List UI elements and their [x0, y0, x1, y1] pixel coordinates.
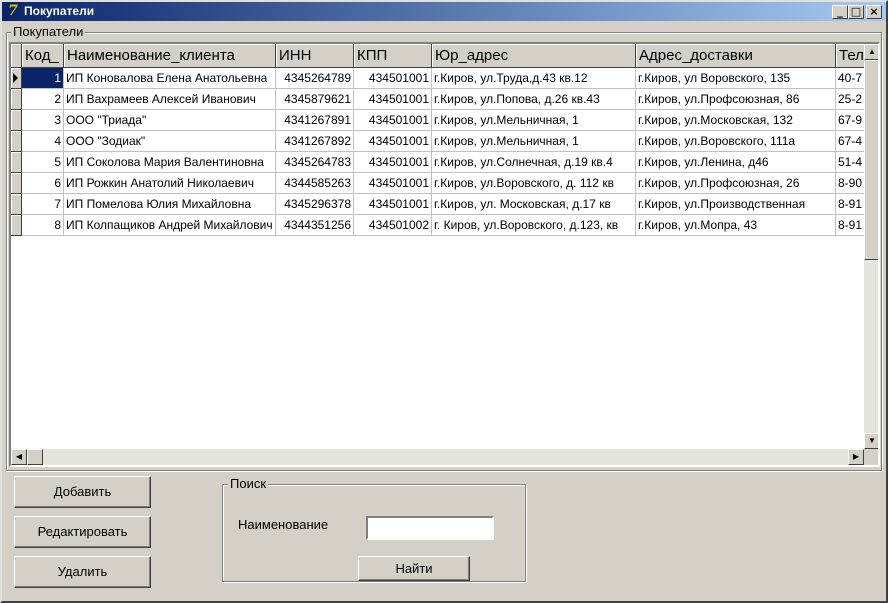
column-header[interactable]: Код_ [22, 44, 64, 68]
table-cell[interactable]: 6 [22, 173, 64, 194]
vertical-scrollbar[interactable]: ▲ ▼ [864, 44, 878, 449]
table-cell[interactable]: г.Киров, ул.Профсоюзная, 86 [636, 89, 836, 110]
table-cell[interactable]: 4345264783 [276, 152, 354, 173]
search-groupbox-label: Поиск [228, 476, 269, 491]
table-cell[interactable]: 4345879621 [276, 89, 354, 110]
table-cell[interactable]: г.Киров, ул.Попова, д.26 кв.43 [432, 89, 636, 110]
table-cell[interactable]: ИП Коновалова Елена Анатольевна [64, 68, 276, 89]
table-cell[interactable]: г.Киров, ул.Труда,д.43 кв.12 [432, 68, 636, 89]
table-cell[interactable]: г.Киров, ул. Московская, д.17 кв [432, 194, 636, 215]
table-cell[interactable]: 434501001 [354, 68, 432, 89]
table-cell[interactable]: ИП Вахрамеев Алексей Иванович [64, 89, 276, 110]
table-cell[interactable]: г. Киров, ул.Воровского, д.123, кв [432, 215, 636, 236]
maximize-button[interactable]: □ [848, 5, 864, 19]
column-header[interactable]: ИНН [276, 44, 354, 68]
scrollbar-corner [864, 449, 878, 465]
table-cell[interactable]: 434501001 [354, 173, 432, 194]
column-header[interactable]: Наименование_клиента [64, 44, 276, 68]
horizontal-scroll-thumb[interactable] [27, 449, 43, 465]
table-cell[interactable]: 434501002 [354, 215, 432, 236]
table-cell[interactable]: ИП Помелова Юлия Михайловна [64, 194, 276, 215]
table-cell[interactable]: 3 [22, 110, 64, 131]
table-cell[interactable]: 8 [22, 215, 64, 236]
table-cell[interactable]: 4341267892 [276, 131, 354, 152]
table-cell[interactable]: ИП Рожкин Анатолий Николаевич [64, 173, 276, 194]
minimize-button[interactable]: _ [832, 5, 848, 19]
table-cell[interactable]: 4345296378 [276, 194, 354, 215]
table-cell[interactable]: 4345264789 [276, 68, 354, 89]
row-indicator[interactable] [11, 194, 22, 215]
table-cell[interactable]: 7 [22, 194, 64, 215]
column-header[interactable]: Адрес_доставки [636, 44, 836, 68]
row-indicator[interactable] [11, 152, 22, 173]
find-button[interactable]: Найти [358, 556, 470, 581]
table-cell[interactable]: г.Киров, ул.Мельничная, 1 [432, 131, 636, 152]
table-cell[interactable]: 4341267891 [276, 110, 354, 131]
title-bar[interactable]: 7 Покупатели _ □ × [2, 2, 886, 21]
table-cell[interactable]: г.Киров, ул.Ленина, д46 [636, 152, 836, 173]
scroll-right-arrow-icon[interactable]: ▶ [848, 449, 864, 465]
table-cell[interactable]: г.Киров, ул.Мельничная, 1 [432, 110, 636, 131]
table-cell[interactable]: г.Киров, ул.Воровского, д. 112 кв [432, 173, 636, 194]
scroll-down-arrow-icon[interactable]: ▼ [864, 433, 878, 449]
add-button[interactable]: Добавить [14, 476, 151, 508]
table-cell[interactable]: 5 [22, 152, 64, 173]
table-cell[interactable]: 1 [22, 68, 64, 89]
app-icon: 7 [8, 3, 18, 19]
table-cell[interactable]: ООО "Зодиак" [64, 131, 276, 152]
close-button[interactable]: × [866, 5, 882, 19]
vertical-scroll-thumb[interactable] [864, 60, 878, 260]
column-header[interactable]: Юр_адрес [432, 44, 636, 68]
row-indicator[interactable] [11, 89, 22, 110]
table-cell[interactable]: 434501001 [354, 152, 432, 173]
table-cell[interactable]: ООО "Триада" [64, 110, 276, 131]
table-cell[interactable]: ИП Колпащиков Андрей Михайлович [64, 215, 276, 236]
grid-header-corner [11, 44, 22, 68]
window-title: Покупатели [24, 4, 95, 18]
row-indicator[interactable] [11, 173, 22, 194]
scroll-left-arrow-icon[interactable]: ◀ [11, 449, 27, 465]
name-search-input[interactable] [366, 516, 494, 540]
row-indicator[interactable] [11, 131, 22, 152]
horizontal-scrollbar[interactable]: ◀ ▶ [11, 449, 864, 465]
scroll-up-arrow-icon[interactable]: ▲ [864, 44, 878, 60]
table-cell[interactable]: 4 [22, 131, 64, 152]
current-row-arrow-icon [13, 73, 18, 83]
delete-button[interactable]: Удалить [14, 556, 151, 588]
table-cell[interactable]: г.Киров, ул.Воровского, 111а [636, 131, 836, 152]
customers-groupbox-label: Покупатели [11, 24, 86, 39]
edit-button[interactable]: Редактировать [14, 516, 151, 548]
main-window: 7 Покупатели _ □ × Покупатели Код_ Наимен… [0, 0, 888, 603]
table-cell[interactable]: г.Киров, ул Воровского, 135 [636, 68, 836, 89]
table-cell[interactable]: г.Киров, ул.Солнечная, д.19 кв.4 [432, 152, 636, 173]
table-cell[interactable]: 434501001 [354, 89, 432, 110]
table-cell[interactable]: 4344351256 [276, 215, 354, 236]
row-indicator[interactable] [11, 110, 22, 131]
table-cell[interactable]: г.Киров, ул.Профсоюзная, 26 [636, 173, 836, 194]
table-cell[interactable]: 434501001 [354, 110, 432, 131]
table-cell[interactable]: ИП Соколова Мария Валентиновна [64, 152, 276, 173]
table-cell[interactable]: г.Киров, ул.Производственная [636, 194, 836, 215]
name-search-label: Наименование [238, 517, 329, 532]
row-indicator[interactable] [11, 215, 22, 236]
table-cell[interactable]: г.Киров, ул.Мопра, 43 [636, 215, 836, 236]
table-cell[interactable]: 434501001 [354, 194, 432, 215]
customers-grid[interactable]: Код_ Наименование_клиента ИНН КПП Юр_адрес Ад… [9, 42, 880, 467]
table-cell[interactable]: 434501001 [354, 131, 432, 152]
column-header[interactable]: КПП [354, 44, 432, 68]
table-cell[interactable]: 4344585263 [276, 173, 354, 194]
table-cell[interactable]: 2 [22, 89, 64, 110]
row-indicator[interactable] [11, 68, 22, 89]
table-cell[interactable]: г.Киров, ул.Московская, 132 [636, 110, 836, 131]
